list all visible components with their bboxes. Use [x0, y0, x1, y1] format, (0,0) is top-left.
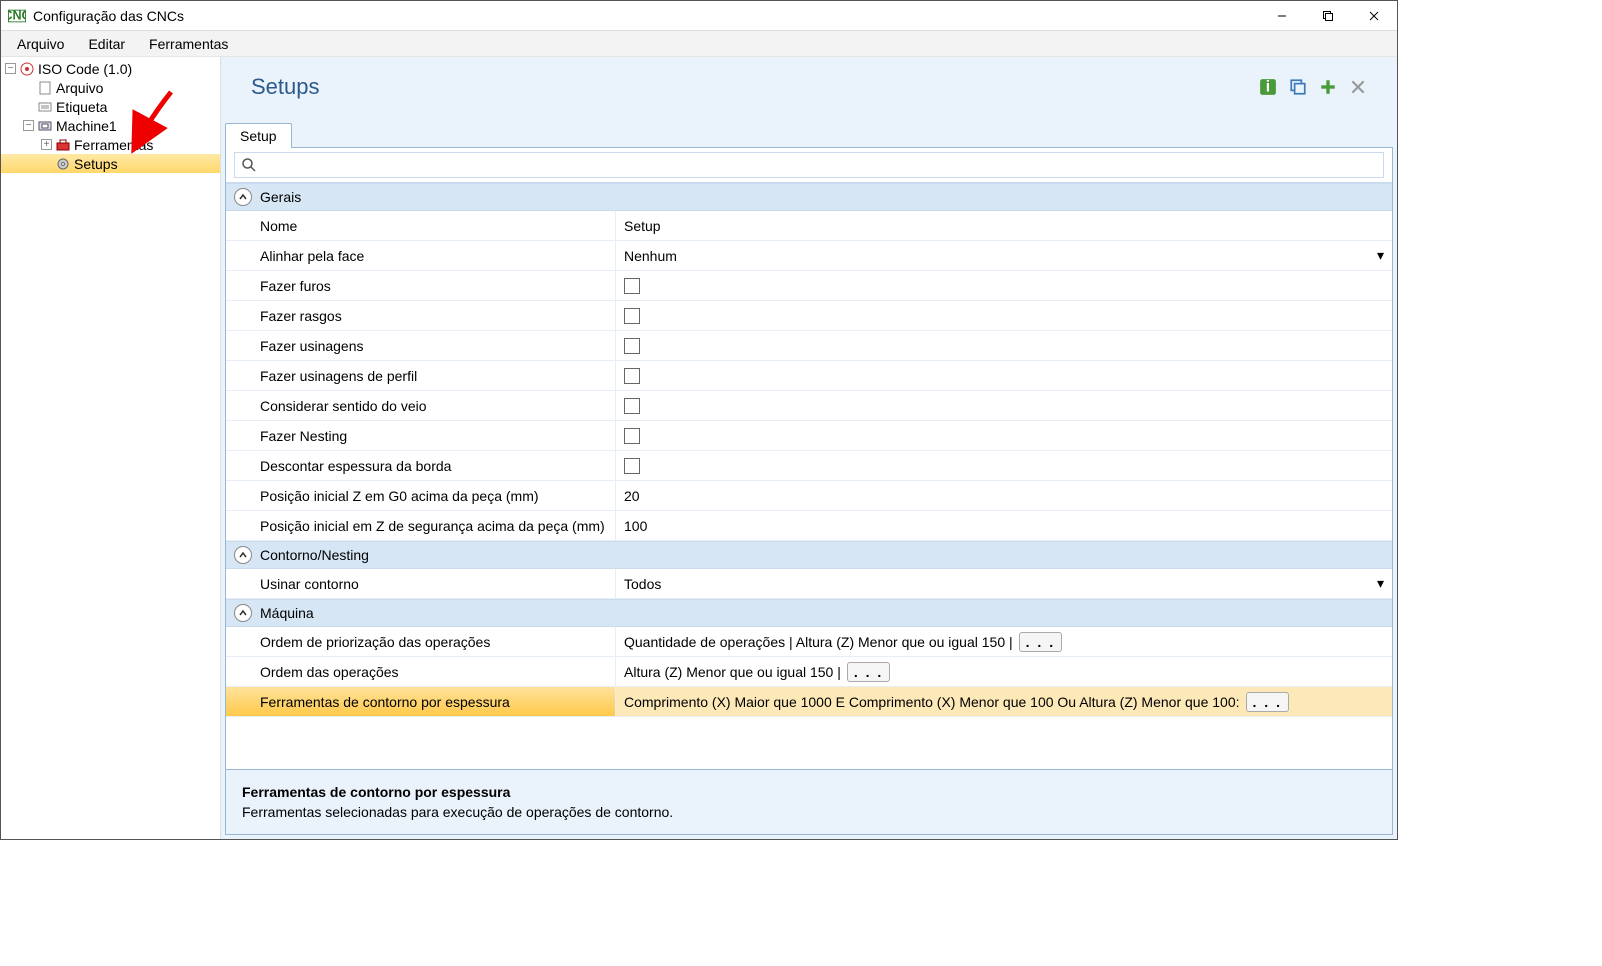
section-maquina-title: Máquina	[260, 605, 314, 621]
tree-setups-label: Setups	[74, 156, 118, 172]
prop-posz-g0[interactable]: Posição inicial Z em G0 acima da peça (m…	[226, 481, 1392, 511]
tab-setup[interactable]: Setup	[225, 123, 292, 148]
app-icon: CNC	[7, 6, 27, 26]
tree-ferramentas[interactable]: + Ferramentas	[1, 135, 220, 154]
collapse-icon[interactable]	[234, 546, 252, 564]
tree-arquivo[interactable]: Arquivo	[1, 78, 220, 97]
prop-usinagens[interactable]: Fazer usinagens	[226, 331, 1392, 361]
toolbox-icon	[55, 137, 71, 153]
property-panel: Gerais Nome Alinhar pela face Nenhum ▾ F…	[225, 147, 1393, 835]
right-header: Setups i	[221, 57, 1397, 117]
copy-icon[interactable]	[1289, 78, 1307, 96]
collapse-icon[interactable]	[234, 188, 252, 206]
description-title: Ferramentas de contorno por espessura	[242, 784, 1376, 800]
tab-strip: Setup	[221, 117, 1397, 147]
search-icon	[241, 157, 257, 173]
section-contorno[interactable]: Contorno/Nesting	[226, 541, 1392, 569]
maximize-button[interactable]	[1305, 1, 1351, 31]
section-gerais-title: Gerais	[260, 189, 301, 205]
checkbox-furos[interactable]	[624, 278, 640, 294]
checkbox-descborda[interactable]	[624, 458, 640, 474]
prop-ordem-ops[interactable]: Ordem das operações Altura (Z) Menor que…	[226, 657, 1392, 687]
expander-icon[interactable]: +	[41, 139, 52, 150]
menubar: Arquivo Editar Ferramentas	[1, 31, 1397, 57]
chevron-down-icon[interactable]: ▾	[1377, 247, 1384, 264]
section-maquina[interactable]: Máquina	[226, 599, 1392, 627]
search-row	[226, 148, 1392, 183]
checkbox-usinagens[interactable]	[624, 338, 640, 354]
menu-arquivo[interactable]: Arquivo	[7, 33, 74, 55]
ellipsis-button[interactable]: . . .	[1019, 632, 1062, 652]
value-ordem-ops[interactable]: Altura (Z) Menor que ou igual 150 |	[624, 664, 841, 680]
value-ordem-prio[interactable]: Quantidade de operações | Altura (Z) Men…	[624, 634, 1013, 650]
window-title: Configuração das CNCs	[33, 8, 1259, 24]
prop-usinar[interactable]: Usinar contorno Todos ▾	[226, 569, 1392, 599]
tree-arquivo-label: Arquivo	[56, 80, 103, 96]
tree-root-label: ISO Code (1.0)	[38, 61, 132, 77]
close-panel-icon[interactable]	[1349, 78, 1367, 96]
iso-icon	[19, 61, 35, 77]
close-button[interactable]	[1351, 1, 1397, 31]
page-title: Setups	[251, 74, 1259, 100]
tree-etiqueta-label: Etiqueta	[56, 99, 107, 115]
section-gerais[interactable]: Gerais	[226, 183, 1392, 211]
machine-icon	[37, 118, 53, 134]
tree-ferramentas-label: Ferramentas	[74, 137, 153, 153]
checkbox-usiperfil[interactable]	[624, 368, 640, 384]
chevron-down-icon[interactable]: ▾	[1377, 575, 1384, 592]
titlebar: CNC Configuração das CNCs	[1, 1, 1397, 31]
dropdown-alinhar-value[interactable]: Nenhum	[624, 248, 1377, 264]
description-panel: Ferramentas de contorno por espessura Fe…	[226, 769, 1392, 834]
prop-usiperfil[interactable]: Fazer usinagens de perfil	[226, 361, 1392, 391]
value-ferr-cont[interactable]: Comprimento (X) Maior que 1000 E Comprim…	[624, 694, 1240, 710]
label-icon	[37, 99, 53, 115]
search-box[interactable]	[234, 152, 1384, 178]
section-contorno-title: Contorno/Nesting	[260, 547, 369, 563]
prop-furos[interactable]: Fazer furos	[226, 271, 1392, 301]
menu-ferramentas[interactable]: Ferramentas	[139, 33, 238, 55]
property-grid: Gerais Nome Alinhar pela face Nenhum ▾ F…	[226, 183, 1392, 769]
prop-nome[interactable]: Nome	[226, 211, 1392, 241]
ellipsis-button[interactable]: . . .	[847, 662, 890, 682]
prop-descborda[interactable]: Descontar espessura da borda	[226, 451, 1392, 481]
menu-editar[interactable]: Editar	[78, 33, 135, 55]
tree-panel: − ISO Code (1.0) Arquivo Etiqueta − Mach…	[1, 57, 221, 839]
prop-ferr-cont[interactable]: Ferramentas de contorno por espessura Co…	[226, 687, 1392, 717]
file-icon	[37, 80, 53, 96]
prop-veio[interactable]: Considerar sentido do veio	[226, 391, 1392, 421]
svg-text:i: i	[1266, 79, 1270, 96]
search-input[interactable]	[263, 157, 1377, 173]
gear-icon	[55, 156, 71, 172]
svg-text:CNC: CNC	[8, 9, 26, 23]
prop-nesting[interactable]: Fazer Nesting	[226, 421, 1392, 451]
tree-setups[interactable]: Setups	[1, 154, 220, 173]
description-text: Ferramentas selecionadas para execução d…	[242, 804, 1376, 820]
info-icon[interactable]: i	[1259, 78, 1277, 96]
expander-icon[interactable]: −	[5, 63, 16, 74]
tree-machine[interactable]: − Machine1	[1, 116, 220, 135]
ellipsis-button[interactable]: . . .	[1246, 692, 1289, 712]
add-icon[interactable]	[1319, 78, 1337, 96]
tree-machine-label: Machine1	[56, 118, 117, 134]
tree-root[interactable]: − ISO Code (1.0)	[1, 59, 220, 78]
input-nome[interactable]	[624, 218, 1384, 234]
tree-etiqueta[interactable]: Etiqueta	[1, 97, 220, 116]
checkbox-nesting[interactable]	[624, 428, 640, 444]
prop-alinhar[interactable]: Alinhar pela face Nenhum ▾	[226, 241, 1392, 271]
prop-posz-seg[interactable]: Posição inicial em Z de segurança acima …	[226, 511, 1392, 541]
minimize-button[interactable]	[1259, 1, 1305, 31]
right-pane: Setups i Setup	[221, 57, 1397, 839]
input-posz-seg[interactable]	[624, 518, 1384, 534]
checkbox-veio[interactable]	[624, 398, 640, 414]
checkbox-rasgos[interactable]	[624, 308, 640, 324]
input-posz-g0[interactable]	[624, 488, 1384, 504]
prop-ordem-prio[interactable]: Ordem de priorização das operações Quant…	[226, 627, 1392, 657]
app-window: CNC Configuração das CNCs Arquivo Editar…	[0, 0, 1398, 840]
prop-rasgos[interactable]: Fazer rasgos	[226, 301, 1392, 331]
collapse-icon[interactable]	[234, 604, 252, 622]
dropdown-usinar-value[interactable]: Todos	[624, 576, 1377, 592]
expander-icon[interactable]: −	[23, 120, 34, 131]
